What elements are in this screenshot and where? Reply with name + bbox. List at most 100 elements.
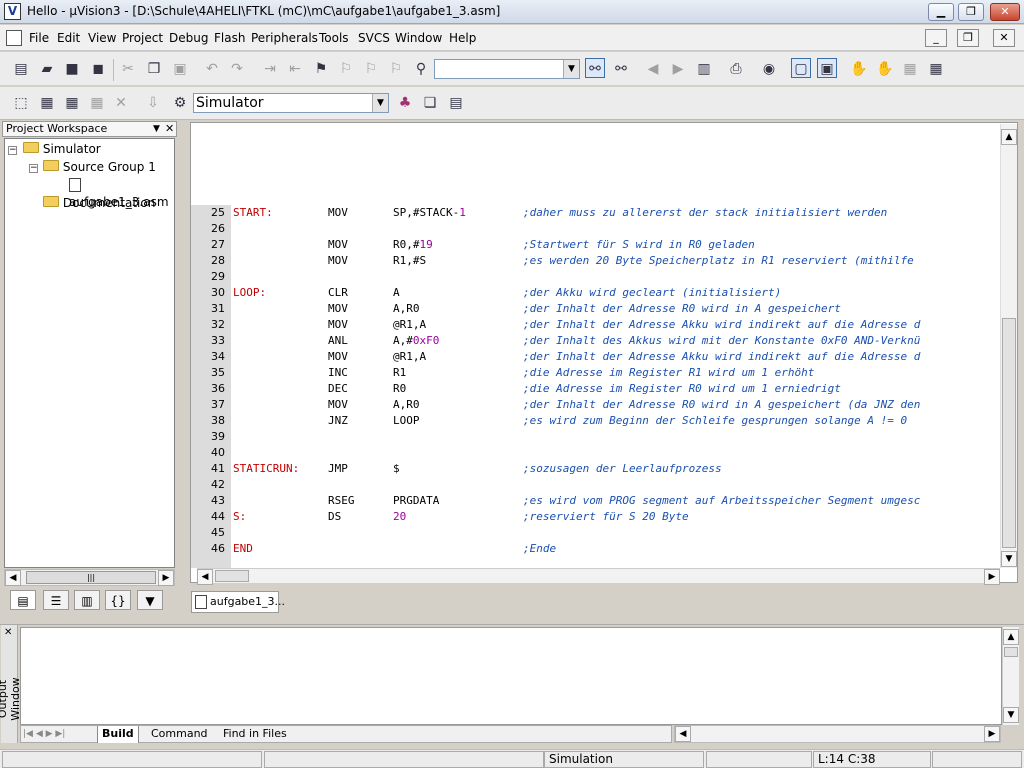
books-tab-icon[interactable]: ▥	[74, 590, 100, 610]
forward-arrow-icon[interactable]: ▶	[668, 59, 688, 79]
templates-tab-icon[interactable]: ▼	[137, 590, 163, 610]
scroll-thumb[interactable]	[1002, 318, 1016, 548]
hand-icon[interactable]: ✋	[849, 59, 869, 79]
code-line[interactable]: 31 MOV A,R0 ;der Inhalt der Adresse R0 wird…	[191, 301, 1001, 317]
scroll-up-icon[interactable]: ▲	[1001, 129, 1017, 145]
output-close-icon[interactable]: ✕	[4, 627, 12, 638]
target-select[interactable]: Simulator ▼	[193, 93, 389, 113]
document-menu-icon[interactable]	[6, 30, 22, 46]
prev-bookmark-icon[interactable]: ⚐	[361, 59, 381, 79]
minimize-button[interactable]: ▁	[928, 3, 954, 21]
select-icon[interactable]: ▦	[900, 59, 920, 79]
workspace-close-icon[interactable]: ✕	[165, 122, 174, 136]
registers-tab-icon[interactable]: ☰	[43, 590, 69, 610]
scroll-thumb[interactable]	[215, 570, 249, 582]
configure-icon[interactable]: ▦	[926, 59, 946, 79]
paste-icon[interactable]: ▣	[170, 59, 190, 79]
scroll-down-icon[interactable]: ▼	[1001, 551, 1017, 567]
maximize-button[interactable]: ❐	[958, 3, 984, 21]
tab-scroll-first-icon[interactable]: |◀ ◀ ▶ ▶|	[23, 726, 65, 743]
new-file-icon[interactable]: ▤	[11, 59, 31, 79]
workspace-window-icon[interactable]: ▢	[791, 58, 811, 78]
functions-tab-icon[interactable]: {}	[105, 590, 131, 610]
code-line[interactable]: 36 DEC R0 ;die Adresse im Register R0 wird …	[191, 381, 1001, 397]
code-line[interactable]: 37 MOV A,R0 ;der Inhalt der Adresse R0 wird…	[191, 397, 1001, 413]
scroll-up-icon[interactable]: ▲	[1003, 629, 1019, 645]
mdi-minimize-button[interactable]: _	[925, 29, 947, 47]
chevron-down-icon[interactable]: ▼	[563, 60, 579, 78]
menu-peripherals[interactable]: Peripherals	[251, 31, 318, 45]
code-line[interactable]: 25 START: MOV SP,#STACK-1 ;daher muss zu all…	[191, 205, 1001, 221]
output-window-icon[interactable]: ▣	[817, 58, 837, 78]
workspace-menu-chevron-icon[interactable]: ▼	[153, 122, 160, 136]
tree-node-simulator[interactable]: Simulator	[23, 142, 101, 156]
menu-window[interactable]: Window	[395, 31, 442, 45]
menu-edit[interactable]: Edit	[57, 31, 80, 45]
document-tab[interactable]: aufgabe1_3...	[191, 591, 285, 613]
mdi-restore-button[interactable]: ❐	[957, 29, 979, 47]
menu-debug[interactable]: Debug	[169, 31, 208, 45]
tree-node-documentation[interactable]: Documentation	[43, 196, 155, 210]
find-in-files-icon[interactable]: ⚲	[411, 59, 431, 79]
code-line[interactable]: 28 MOV R1,#S ;es werden 20 Byte Speicherpla…	[191, 253, 1001, 269]
menu-file[interactable]: File	[29, 31, 49, 45]
code-line[interactable]: 44 S: DS 20 ;reserviert für S 20 Byte	[191, 509, 1001, 525]
menu-flash[interactable]: Flash	[214, 31, 245, 45]
build-icon[interactable]: ▦	[37, 93, 57, 113]
menu-project[interactable]: Project	[122, 31, 163, 45]
menu-tools[interactable]: Tools	[319, 31, 349, 45]
save-all-icon[interactable]: ◼	[88, 59, 108, 79]
incremental-find-icon[interactable]: ⚯	[611, 59, 631, 79]
indent-icon[interactable]: ⇥	[260, 59, 280, 79]
code-line[interactable]: 39	[191, 429, 1001, 445]
open-folder-icon[interactable]: ▰	[37, 59, 57, 79]
menu-view[interactable]: View	[88, 31, 116, 45]
scroll-left-icon[interactable]: ◀	[675, 726, 691, 742]
output-horizontal-scrollbar[interactable]: ◀ ▶	[674, 725, 1001, 743]
output-vertical-scrollbar[interactable]: ▲ ▼	[1002, 627, 1019, 725]
collapse-icon[interactable]: −	[29, 164, 38, 173]
code-line[interactable]: 46 END ;Ende	[191, 541, 1001, 557]
code-line[interactable]: 38 JNZ LOOP ;es wird zum Beginn der Schleif…	[191, 413, 1001, 429]
code-line[interactable]: 40	[191, 445, 1001, 461]
find-combobox[interactable]: ▼	[434, 59, 580, 79]
copy-files-icon[interactable]: ❏	[420, 93, 440, 113]
uvision-app-icon[interactable]: V	[4, 3, 21, 20]
code-line[interactable]: 34 MOV @R1,A ;der Inhalt der Adresse Akku w…	[191, 349, 1001, 365]
code-line[interactable]: 45	[191, 525, 1001, 541]
code-line[interactable]: 43 RSEG PRGDATA ;es wird vom PROG segment a…	[191, 493, 1001, 509]
grab-icon[interactable]: ✋	[875, 59, 895, 79]
close-button[interactable]: ✕	[990, 3, 1020, 21]
copy-icon[interactable]: ❐	[144, 59, 164, 79]
components-icon[interactable]: ♣	[395, 93, 415, 113]
chevron-down-icon[interactable]: ▼	[372, 94, 388, 112]
rebuild-icon[interactable]: ▦	[62, 93, 82, 113]
zoom-icon[interactable]: ◉	[759, 59, 779, 79]
scroll-left-icon[interactable]: ◀	[197, 569, 213, 585]
scroll-right-icon[interactable]: ▶	[158, 570, 174, 586]
manage-icon[interactable]: ▤	[446, 93, 466, 113]
code-line[interactable]: 41 STATICRUN: JMP $ ;sozusagen der Leerlaufp…	[191, 461, 1001, 477]
back-arrow-icon[interactable]: ◀	[643, 59, 663, 79]
scroll-thumb[interactable]: |||	[26, 571, 156, 584]
menu-help[interactable]: Help	[449, 31, 476, 45]
translate-icon[interactable]: ⬚	[11, 93, 31, 113]
batch-build-icon[interactable]: ▦	[87, 93, 107, 113]
scroll-right-icon[interactable]: ▶	[984, 569, 1000, 585]
next-bookmark-icon[interactable]: ⚐	[336, 59, 356, 79]
cut-icon[interactable]: ✂	[118, 59, 138, 79]
bookmark-icon[interactable]: ⚑	[311, 59, 331, 79]
scroll-down-icon[interactable]: ▼	[1003, 707, 1019, 723]
code-line[interactable]: 35 INC R1 ;die Adresse im Register R1 wird …	[191, 365, 1001, 381]
workspace-horizontal-scrollbar[interactable]: ◀ ||| ▶	[4, 569, 175, 586]
undo-icon[interactable]: ↶	[202, 59, 222, 79]
print-icon[interactable]: ⎙	[726, 59, 746, 79]
code-line[interactable]: 27 MOV R0,#19 ;Startwert für S wird in R0 g…	[191, 237, 1001, 253]
redo-icon[interactable]: ↷	[227, 59, 247, 79]
code-lines[interactable]: 25 START: MOV SP,#STACK-1 ;daher muss zu all…	[191, 205, 1001, 568]
find-binoculars-icon[interactable]: ⚯	[585, 58, 605, 78]
code-line[interactable]: 30 LOOP: CLR A ;der Akku wird gecleart (init…	[191, 285, 1001, 301]
scroll-right-icon[interactable]: ▶	[984, 726, 1000, 742]
code-line[interactable]: 32 MOV @R1,A ;der Inhalt der Adresse Akku w…	[191, 317, 1001, 333]
code-line[interactable]: 26	[191, 221, 1001, 237]
